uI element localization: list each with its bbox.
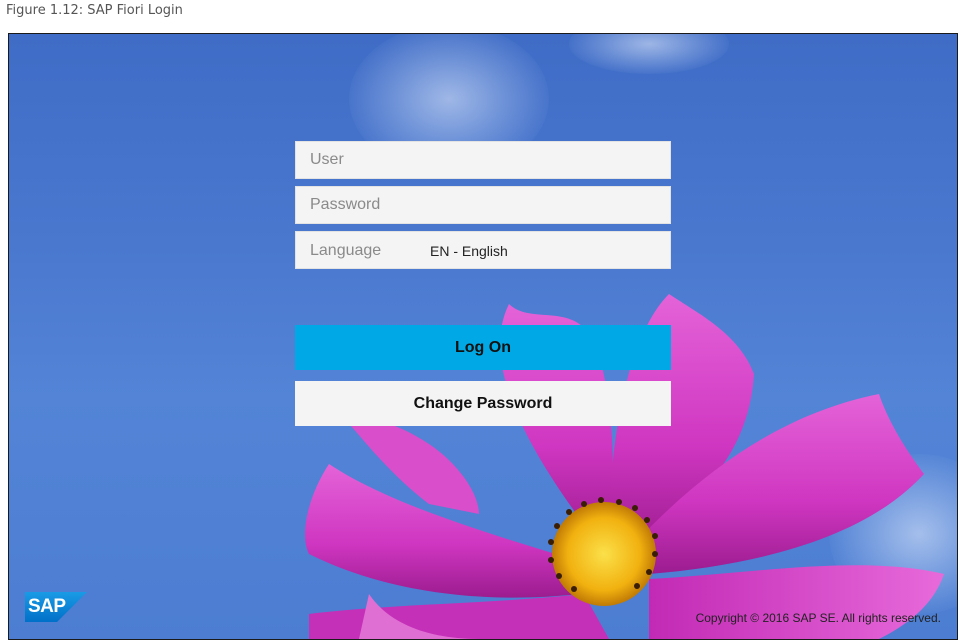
password-field[interactable] <box>295 186 671 224</box>
user-field[interactable] <box>295 141 671 179</box>
change-password-button[interactable]: Change Password <box>295 381 671 426</box>
log-on-button[interactable]: Log On <box>295 325 671 370</box>
language-field[interactable]: Language EN - English <box>295 231 671 269</box>
sap-logo-text: SAP <box>28 596 66 617</box>
copyright-text: Copyright © 2016 SAP SE. All rights rese… <box>695 611 941 625</box>
login-screen: Language EN - English Log On Change Pass… <box>8 33 958 640</box>
language-label: Language <box>310 242 382 259</box>
sap-logo: SAP <box>25 592 87 627</box>
flower-center <box>552 502 656 606</box>
language-select-value[interactable]: EN - English <box>430 243 508 259</box>
figure-caption: Figure 1.12: SAP Fiori Login <box>6 3 183 18</box>
password-input[interactable] <box>296 187 670 223</box>
user-input[interactable] <box>296 142 670 178</box>
